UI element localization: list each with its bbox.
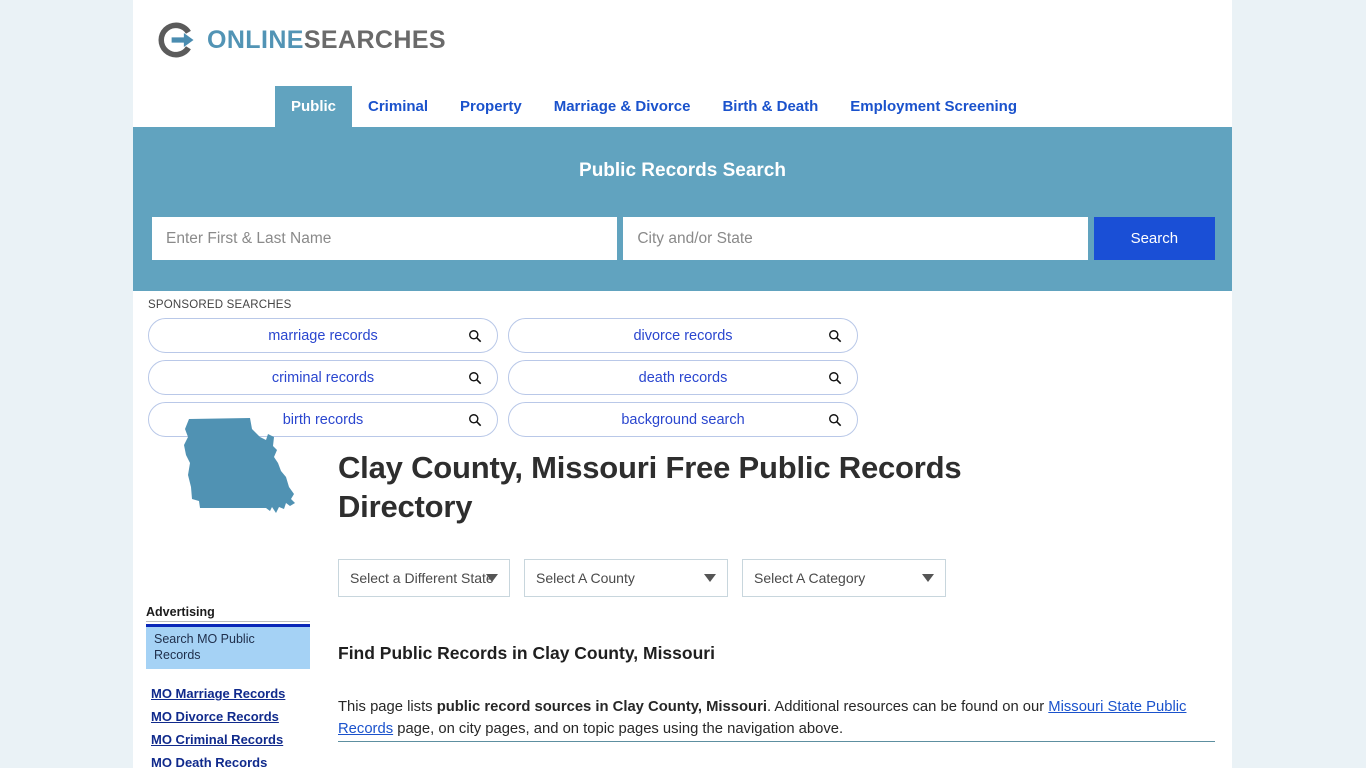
nav-item-public[interactable]: Public [275,86,353,127]
sponsored-pill-background-search[interactable]: background search [508,402,858,437]
nav-item-employment-screening[interactable]: Employment Screening [834,86,1033,127]
filter-dropdown-row: Select a Different State Select A County… [338,559,946,597]
sponsored-pill-label: criminal records [271,369,375,386]
banner-title: Public Records Search [579,160,786,181]
section-divider [338,741,1215,742]
logo-wordmark: ONLINESEARCHES [207,25,446,54]
state-select-dropdown[interactable]: Select a Different State [338,559,510,597]
sidebar-ad-box[interactable]: Search MO Public Records [146,624,310,670]
name-search-input[interactable] [152,217,618,260]
section-heading: Find Public Records in Clay County, Miss… [338,642,715,663]
sponsored-pill-label: marriage records [268,327,378,344]
search-icon [829,413,842,426]
logo-secondary-text: SEARCHES [303,25,446,54]
nav-item-marriage-divorce[interactable]: Marriage & Divorce [538,86,707,127]
search-icon [469,371,482,384]
sidebar-link-mo-death-records[interactable]: MO Death Records [151,752,310,768]
paragraph-text-3: page, on city pages, and on topic pages … [393,720,844,737]
sidebar-link-mo-divorce-records[interactable]: MO Divorce Records [151,706,310,729]
sponsored-pill-label: divorce records [633,327,733,344]
paragraph-text-1: This page lists [338,698,437,715]
county-select-label: Select A County [536,570,635,586]
chevron-down-icon [704,574,716,582]
paragraph-text-2: . Additional resources can be found on o… [766,698,1049,715]
search-icon [829,371,842,384]
missouri-state-map-icon [184,418,295,513]
search-icon [469,413,482,426]
intro-paragraph: This page lists public record sources in… [338,696,1215,740]
search-icon [829,329,842,342]
site-logo[interactable]: ONLINESEARCHES [155,14,446,66]
page-root: ONLINESEARCHES Public Criminal Property … [0,0,1366,768]
sponsored-searches-label: SPONSORED SEARCHES [148,299,292,311]
search-form: Search [152,217,1215,260]
sidebar-link-mo-marriage-records[interactable]: MO Marriage Records [151,683,310,706]
state-select-label: Select a Different State [350,570,494,586]
search-icon [469,329,482,342]
sponsored-pill-label: background search [621,411,745,428]
logo-primary-text: ONLINE [207,25,304,54]
sponsored-pill-marriage-records[interactable]: marriage records [148,318,498,353]
nav-item-criminal[interactable]: Criminal [352,86,444,127]
county-select-dropdown[interactable]: Select A County [524,559,728,597]
page-title: Clay County, Missouri Free Public Record… [338,449,962,525]
sponsored-pill-label: death records [638,369,728,386]
sponsored-pill-criminal-records[interactable]: criminal records [148,360,498,395]
content-shell: ONLINESEARCHES Public Criminal Property … [133,0,1232,768]
nav-item-property[interactable]: Property [444,86,538,127]
location-search-input[interactable] [623,217,1088,260]
search-button[interactable]: Search [1093,217,1215,260]
public-records-search-banner: Public Records Search Search [133,127,1232,291]
sponsored-pill-divorce-records[interactable]: divorce records [508,318,858,353]
nav-item-birth-death[interactable]: Birth & Death [706,86,834,127]
advertising-heading: Advertising [146,605,310,622]
main-navigation: Public Criminal Property Marriage & Divo… [133,86,1232,127]
sidebar-link-list: MO Marriage Records MO Divorce Records M… [146,683,310,768]
chevron-down-icon [486,574,498,582]
category-select-dropdown[interactable]: Select A Category [742,559,946,597]
circle-arrow-icon [158,22,194,58]
sidebar-link-mo-criminal-records[interactable]: MO Criminal Records [151,729,310,752]
category-select-label: Select A Category [754,570,866,586]
chevron-down-icon [922,574,934,582]
sponsored-pill-death-records[interactable]: death records [508,360,858,395]
sidebar-ad-link[interactable]: Search MO Public Records [154,632,302,663]
paragraph-bold-text: public record sources in Clay County, Mi… [436,698,767,715]
sidebar: Advertising Search MO Public Records MO … [146,605,310,768]
